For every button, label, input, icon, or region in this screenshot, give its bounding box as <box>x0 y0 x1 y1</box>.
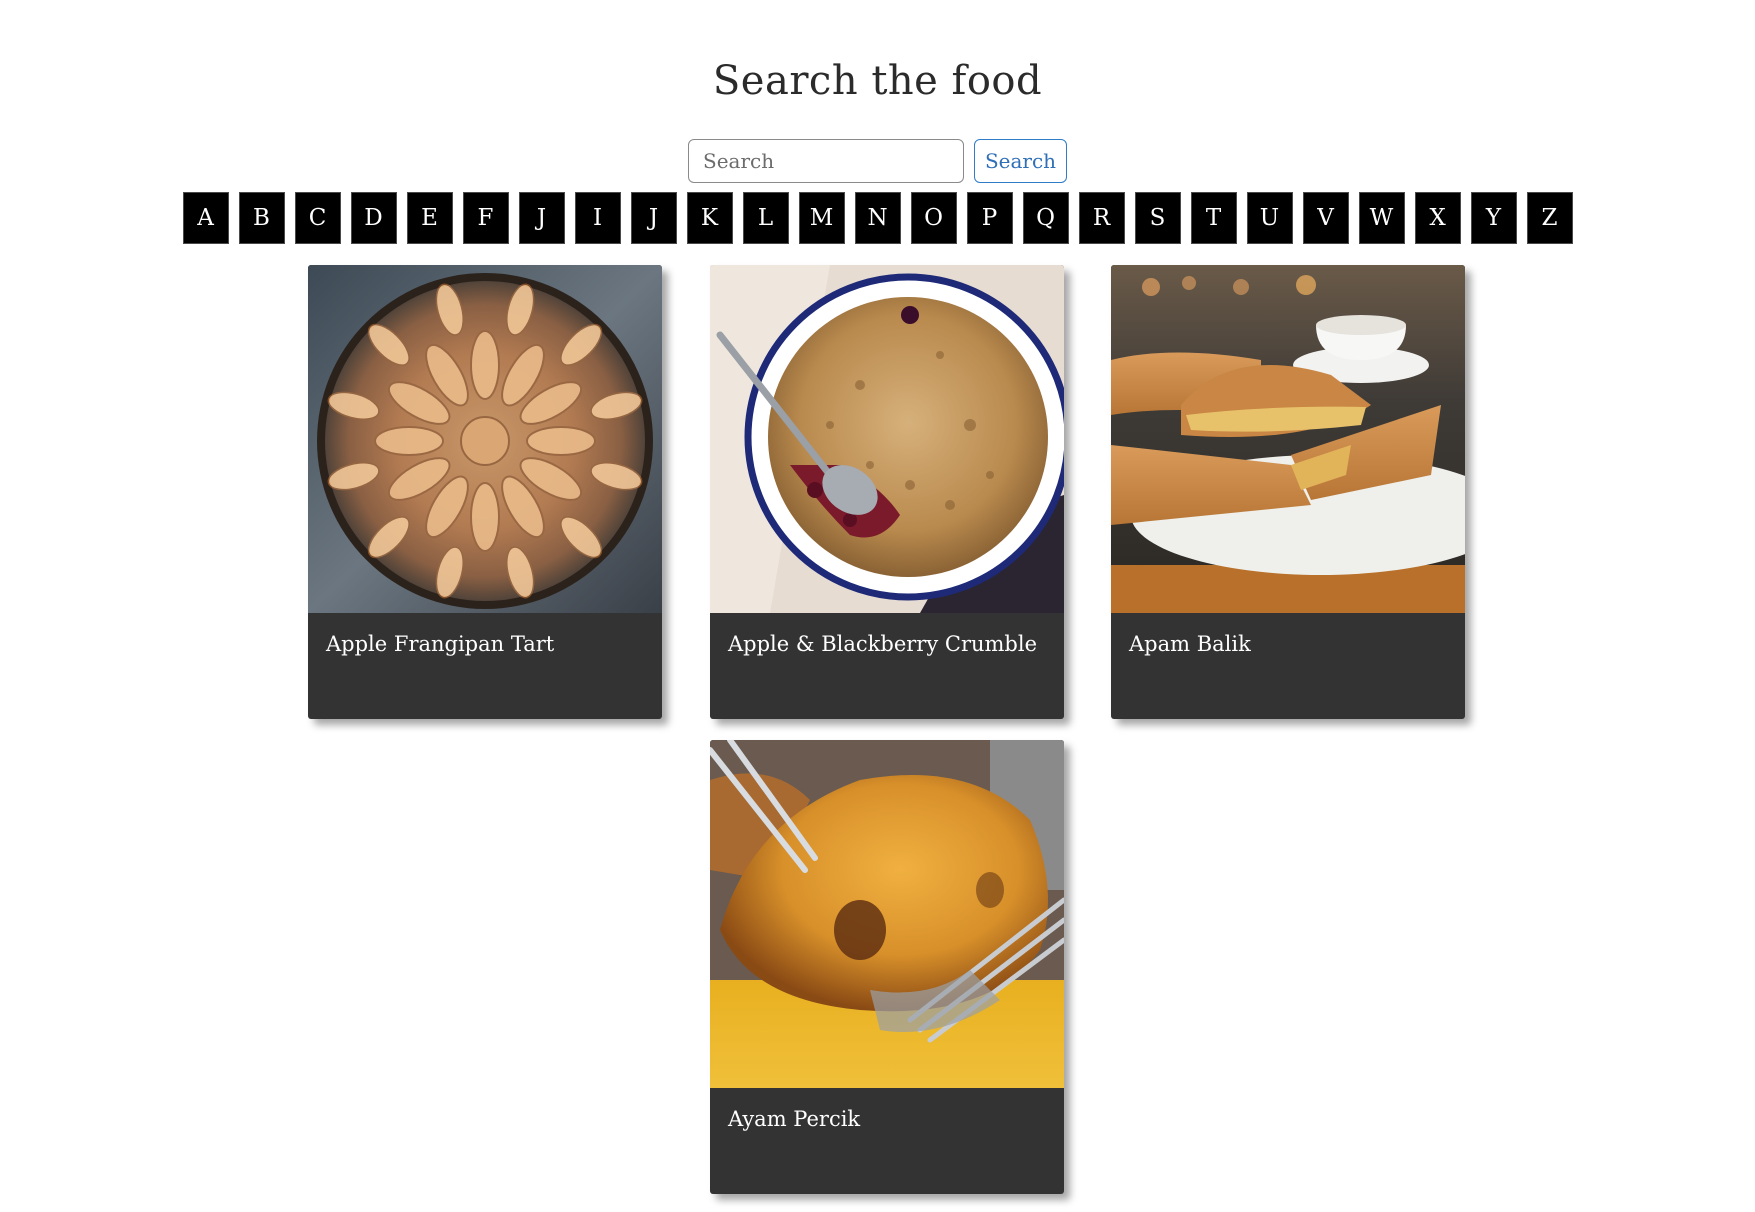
letter-m-button[interactable]: M <box>798 192 845 244</box>
search-button[interactable]: Search <box>974 139 1067 183</box>
letter-n-button[interactable]: N <box>854 192 901 244</box>
letter-j-button[interactable]: J <box>518 192 565 244</box>
alphabet-filter: A B C D E F J I J K L M N O P Q R S T U … <box>0 192 1755 244</box>
letter-v-button[interactable]: V <box>1302 192 1349 244</box>
letter-b-button[interactable]: B <box>238 192 285 244</box>
letter-j-button[interactable]: J <box>630 192 677 244</box>
letter-s-button[interactable]: S <box>1134 192 1181 244</box>
apam-balik-photo <box>1111 265 1465 613</box>
letter-p-button[interactable]: P <box>966 192 1013 244</box>
letter-w-button[interactable]: W <box>1358 192 1405 244</box>
apple-tart-photo <box>308 265 662 613</box>
letter-d-button[interactable]: D <box>350 192 397 244</box>
ayam-percik-photo <box>710 740 1064 1088</box>
meal-card-apple-blackberry-crumble[interactable]: Apple & Blackberry Crumble <box>710 265 1064 719</box>
letter-t-button[interactable]: T <box>1190 192 1237 244</box>
meal-card-apple-frangipan-tart[interactable]: Apple Frangipan Tart <box>308 265 662 719</box>
letter-u-button[interactable]: U <box>1246 192 1293 244</box>
letter-a-button[interactable]: A <box>182 192 229 244</box>
letter-e-button[interactable]: E <box>406 192 453 244</box>
page-title: Search the food <box>712 58 1043 104</box>
letter-x-button[interactable]: X <box>1414 192 1461 244</box>
letter-r-button[interactable]: R <box>1078 192 1125 244</box>
page: Search the food Search A B C D E F J I J… <box>0 0 1755 1212</box>
letter-l-button[interactable]: L <box>742 192 789 244</box>
search-bar: Search <box>0 139 1755 183</box>
meal-card-ayam-percik[interactable]: Ayam Percik <box>710 740 1064 1194</box>
meal-card-title: Apple & Blackberry Crumble <box>728 632 1038 656</box>
letter-q-button[interactable]: Q <box>1022 192 1069 244</box>
letter-i-button[interactable]: I <box>574 192 621 244</box>
crumble-photo <box>710 265 1064 613</box>
letter-z-button[interactable]: Z <box>1526 192 1573 244</box>
letter-o-button[interactable]: O <box>910 192 957 244</box>
meal-card-title: Apam Balik <box>1129 632 1251 656</box>
letter-k-button[interactable]: K <box>686 192 733 244</box>
meal-card-title: Apple Frangipan Tart <box>326 632 555 656</box>
letter-c-button[interactable]: C <box>294 192 341 244</box>
meal-card-title: Ayam Percik <box>728 1107 861 1131</box>
meal-card-apam-balik[interactable]: Apam Balik <box>1111 265 1465 719</box>
letter-y-button[interactable]: Y <box>1470 192 1517 244</box>
search-input[interactable] <box>688 139 964 183</box>
letter-f-button[interactable]: F <box>462 192 509 244</box>
